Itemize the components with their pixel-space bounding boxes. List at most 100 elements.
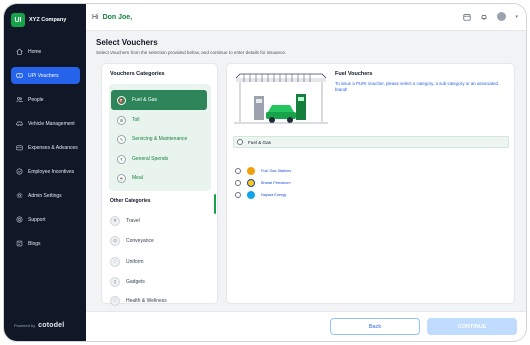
conveyance-icon: ⊙ <box>110 236 120 246</box>
category-servicing-maintenance[interactable]: ✎ Servicing & Maintenance <box>111 129 207 149</box>
sidebar-item-expenses-advances[interactable]: Expenses & Advances <box>11 139 80 156</box>
category-label: Fuel & Gas <box>132 97 158 103</box>
category-fuel-gas[interactable]: ⛽ Fuel & Gas <box>111 90 207 110</box>
voucher-icon <box>16 72 23 79</box>
category-label: Health & Wellness <box>126 298 167 304</box>
voucher-categories-title: Vouchers Categories <box>110 71 165 77</box>
health-icon: ♡ <box>110 296 120 306</box>
calendar-icon[interactable] <box>463 13 472 21</box>
rupee-icon: ₹ <box>117 154 126 164</box>
sidebar-item-home[interactable]: Home <box>11 43 80 60</box>
sidebar-item-employee-incentives[interactable]: Employee Incentives <box>11 163 80 180</box>
category-label: Toll <box>132 117 140 123</box>
people-icon <box>16 96 23 103</box>
back-button[interactable]: Back <box>330 318 420 335</box>
powered-by-label: Powered by <box>14 323 36 328</box>
gear-icon <box>16 192 23 199</box>
blog-icon <box>16 240 23 247</box>
category-conveyance[interactable]: ⊙ Conveyance <box>110 236 154 246</box>
user-name: Don Joe, <box>102 13 133 21</box>
wrench-icon: ✎ <box>117 134 126 144</box>
sub-option-label: Nayara Energy <box>261 193 287 197</box>
home-icon <box>16 48 23 55</box>
greeting-text: Hi <box>92 13 99 21</box>
travel-icon: ✕ <box>110 216 120 226</box>
meal-icon: ☕ <box>117 173 126 183</box>
category-uniform[interactable]: ♢ Uniform <box>110 257 144 267</box>
support-icon <box>16 216 23 223</box>
page-subtitle: Select Vouchers from the selection provi… <box>96 50 287 55</box>
gadget-icon: ▯ <box>110 277 120 287</box>
vehicle-icon <box>16 120 23 127</box>
sub-option-label: Bharat Petroleum <box>261 181 291 185</box>
categories-panel: Vouchers Categories ⛽ Fuel & Gas ⊞ Toll … <box>101 63 218 306</box>
brand: UI XYZ Company <box>11 13 66 27</box>
incentive-icon <box>16 168 23 175</box>
avatar[interactable] <box>497 12 507 21</box>
sidebar-item-label: Blogs <box>28 240 41 247</box>
fuel-station-logo-icon <box>247 167 255 175</box>
selected-option-label: Fuel & Gas <box>248 139 271 145</box>
brand-logo: UI <box>11 13 25 27</box>
top-header: Hi Don Joe, ▾ <box>86 4 526 31</box>
sidebar-nav: Home UPI Vouchers People Vehicle Managem… <box>4 43 86 259</box>
category-label: Travel <box>126 218 140 224</box>
selected-option-row[interactable]: Fuel & Gas <box>233 136 509 148</box>
radio-button[interactable] <box>235 192 241 198</box>
category-label: Meal <box>132 175 143 181</box>
detail-description: To issue a PURI Voucher, please select a… <box>335 81 498 92</box>
header-actions: ▾ <box>463 12 518 21</box>
scrollbar[interactable] <box>214 194 216 214</box>
page-title: Select Vouchers <box>96 38 158 47</box>
fuel-icon: ⛽ <box>117 95 126 105</box>
sidebar-item-label: Employee Incentives <box>28 168 75 175</box>
detail-title: Fuel Vouchers <box>335 71 373 77</box>
bell-icon[interactable] <box>480 13 488 21</box>
app-window: UI XYZ Company Home UPI Vouchers People … <box>3 3 527 342</box>
sidebar-item-people[interactable]: People <box>11 91 80 108</box>
radio-button[interactable] <box>235 180 241 186</box>
nayara-energy-logo-icon <box>247 191 255 199</box>
chevron-down-icon[interactable]: ▾ <box>515 14 518 20</box>
sidebar-item-label: Expenses & Advances <box>28 144 78 151</box>
voucher-detail-panel: Fuel Vouchers To issue a PURI Voucher, p… <box>226 63 515 304</box>
voucher-categories-list: ⛽ Fuel & Gas ⊞ Toll ✎ Servicing & Mainte… <box>109 84 211 191</box>
sidebar-item-upi-vouchers[interactable]: UPI Vouchers <box>11 67 80 84</box>
sub-option-nayara-energy[interactable]: Nayara Energy <box>235 191 286 199</box>
other-categories-title: Other Categories <box>110 198 151 204</box>
wallet-icon <box>16 144 23 151</box>
footer-actions: Back CONTINUE <box>86 311 526 341</box>
sub-option-label: Fuel Gas Stations <box>261 169 292 173</box>
sidebar-item-label: Admin Settings <box>28 192 62 199</box>
category-health-wellness[interactable]: ♡ Health & Wellness <box>110 296 167 306</box>
company-name: XYZ Company <box>29 17 67 23</box>
category-meal[interactable]: ☕ Meal <box>111 168 207 188</box>
category-travel[interactable]: ✕ Travel <box>110 216 140 226</box>
category-label: Uniform <box>126 259 144 265</box>
continue-button[interactable]: CONTINUE <box>427 318 517 335</box>
fuel-station-illustration <box>234 70 328 128</box>
category-label: Gadgets <box>126 279 145 285</box>
category-label: Servicing & Maintenance <box>132 136 188 142</box>
powered-by: Powered by cotodel <box>14 322 64 329</box>
sidebar-item-label: People <box>28 96 44 103</box>
sidebar-item-label: UPI Vouchers <box>28 72 59 79</box>
sub-option-fuel-gas-stations[interactable]: Fuel Gas Stations <box>235 167 291 175</box>
powered-brand: cotodel <box>38 322 65 329</box>
sidebar-item-admin-settings[interactable]: Admin Settings <box>11 187 80 204</box>
category-label: Conveyance <box>126 238 154 244</box>
toll-icon: ⊞ <box>117 115 126 125</box>
category-label: General Spends <box>132 156 169 162</box>
sidebar-item-vehicle-management[interactable]: Vehicle Management <box>11 115 80 132</box>
category-toll[interactable]: ⊞ Toll <box>111 110 207 130</box>
sub-option-bharat-petroleum[interactable]: Bharat Petroleum <box>235 179 291 187</box>
radio-button[interactable] <box>235 168 241 174</box>
category-general-spends[interactable]: ₹ General Spends <box>111 149 207 169</box>
sidebar-item-blogs[interactable]: Blogs <box>11 235 80 252</box>
category-gadgets[interactable]: ▯ Gadgets <box>110 277 145 287</box>
uniform-icon: ♢ <box>110 257 120 267</box>
greeting: Hi Don Joe, <box>92 14 132 21</box>
radio-button[interactable] <box>237 139 243 145</box>
sidebar-item-label: Home <box>28 48 42 55</box>
sidebar-item-support[interactable]: Support <box>11 211 80 228</box>
